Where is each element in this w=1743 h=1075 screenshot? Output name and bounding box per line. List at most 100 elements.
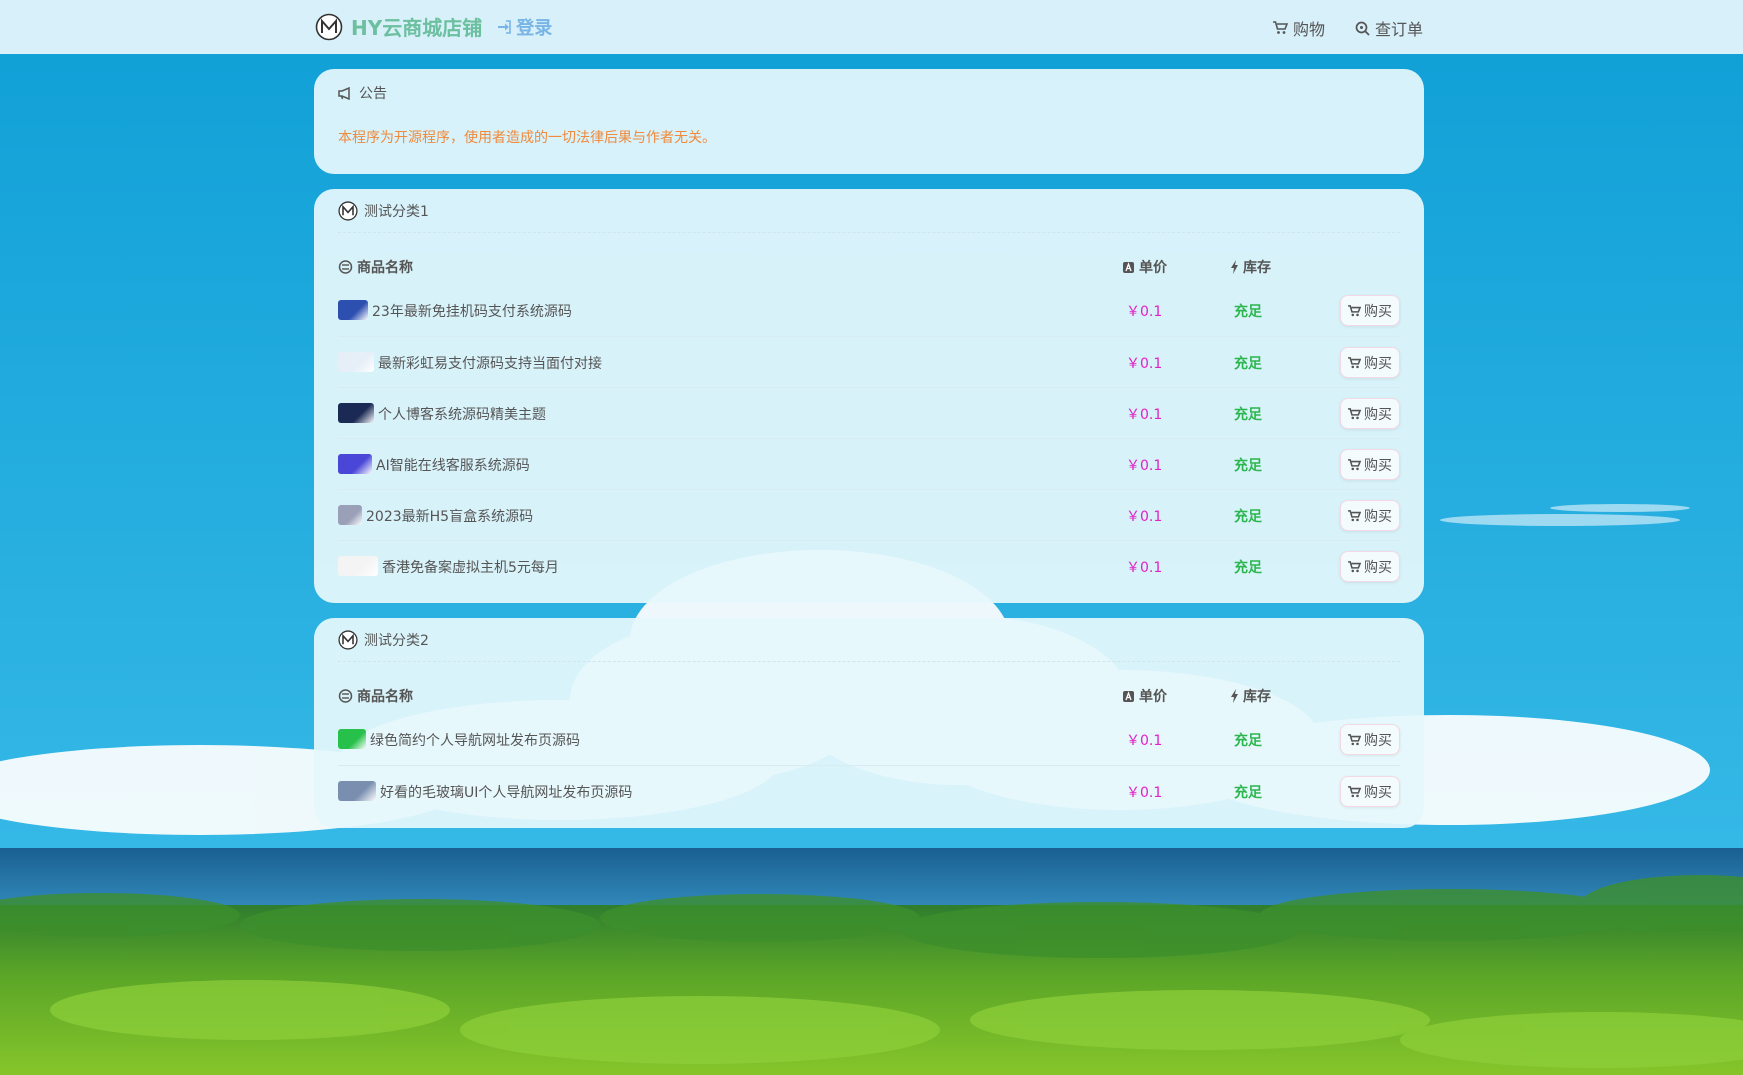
search-order-icon (1355, 21, 1370, 36)
product-row: 个人博客系统源码精美主题 ￥0.1 充足 购买 (338, 387, 1400, 439)
bolt-icon (1231, 260, 1238, 274)
product-stock: 充足 (1234, 785, 1262, 801)
list-icon (338, 260, 353, 274)
col-price: 单价 (1122, 257, 1167, 277)
category-logo-icon (338, 630, 358, 650)
cart-icon (1348, 509, 1361, 521)
buy-button[interactable]: 购买 (1340, 500, 1400, 531)
product-stock: 充足 (1234, 509, 1262, 525)
bullhorn-icon (338, 86, 350, 100)
product-stock: 充足 (1234, 407, 1262, 423)
product-name[interactable]: 2023最新H5盲盒系统源码 (366, 506, 533, 526)
header-divider (338, 232, 1400, 233)
col-name: 商品名称 (338, 686, 413, 706)
buy-label: 购买 (1364, 559, 1392, 576)
notice-header: 公告 (314, 83, 411, 103)
product-thumbnail (338, 556, 378, 576)
buy-button[interactable]: 购买 (1340, 295, 1400, 326)
product-thumbnail (338, 454, 372, 474)
product-name[interactable]: 23年最新免挂机码支付系统源码 (372, 301, 572, 321)
buy-label: 购买 (1364, 732, 1392, 749)
sign-in-icon (498, 19, 512, 34)
nav-shop-label: 购物 (1292, 20, 1325, 39)
price-tag-icon (1123, 690, 1134, 702)
product-row: AI智能在线客服系统源码 ￥0.1 充足 购买 (338, 438, 1400, 490)
col-name: 商品名称 (338, 257, 413, 277)
product-name[interactable]: 个人博客系统源码精美主题 (378, 404, 546, 424)
product-row: 2023最新H5盲盒系统源码 ￥0.1 充足 购买 (338, 489, 1400, 541)
product-row: 香港免备案虚拟主机5元每月 ￥0.1 充足 购买 (338, 540, 1400, 592)
buy-button[interactable]: 购买 (1340, 398, 1400, 429)
login-link[interactable]: 登录 (496, 14, 552, 40)
product-thumbnail (338, 352, 374, 372)
product-stock: 充足 (1234, 560, 1262, 576)
buy-button[interactable]: 购买 (1340, 449, 1400, 480)
product-price: ￥0.1 (1126, 509, 1163, 525)
col-price: 单价 (1122, 686, 1167, 706)
col-stock: 库存 (1230, 257, 1271, 277)
cart-icon (1348, 356, 1361, 368)
table-header: 商品名称 单价 库存 (338, 257, 1400, 277)
product-stock: 充足 (1234, 356, 1262, 372)
product-price: ￥0.1 (1126, 785, 1163, 801)
category-header: 测试分类1 (314, 201, 453, 221)
product-price: ￥0.1 (1126, 304, 1163, 320)
product-name[interactable]: AI智能在线客服系统源码 (376, 455, 530, 475)
product-row: 绿色简约个人导航网址发布页源码 ￥0.1 充足 购买 (338, 714, 1400, 765)
product-stock: 充足 (1234, 733, 1262, 749)
cart-icon (1348, 560, 1361, 572)
table-header: 商品名称 单价 库存 (338, 686, 1400, 706)
nav-shop[interactable]: 购物 (1272, 16, 1325, 40)
product-name[interactable]: 最新彩虹易支付源码支持当面付对接 (378, 353, 602, 373)
category-logo-icon (338, 201, 358, 221)
price-tag-icon (1123, 261, 1134, 273)
buy-button[interactable]: 购买 (1340, 724, 1400, 755)
product-thumbnail (338, 729, 366, 749)
product-stock: 充足 (1234, 304, 1262, 320)
category-title: 测试分类2 (364, 633, 429, 649)
product-price: ￥0.1 (1126, 560, 1163, 576)
product-thumbnail (338, 781, 376, 801)
col-stock: 库存 (1230, 686, 1271, 706)
product-price: ￥0.1 (1126, 356, 1163, 372)
product-thumbnail (338, 505, 362, 525)
buy-label: 购买 (1364, 508, 1392, 525)
brand[interactable]: HY云商城店铺 登录 (315, 12, 552, 41)
notice-text: 本程序为开源程序，使用者造成的一切法律后果与作者无关。 (338, 130, 716, 146)
product-price: ￥0.1 (1126, 458, 1163, 474)
list-icon (338, 689, 353, 703)
product-name[interactable]: 香港免备案虚拟主机5元每月 (382, 557, 559, 577)
nav-order-query[interactable]: 查订单 (1355, 16, 1423, 40)
product-name[interactable]: 好看的毛玻璃UI个人导航网址发布页源码 (380, 782, 632, 802)
product-price: ￥0.1 (1126, 407, 1163, 423)
cart-icon (1348, 407, 1361, 419)
col-name-label: 商品名称 (357, 260, 413, 276)
buy-button[interactable]: 购买 (1340, 551, 1400, 582)
product-name[interactable]: 绿色简约个人导航网址发布页源码 (370, 730, 580, 750)
buy-button[interactable]: 购买 (1340, 347, 1400, 378)
category-header: 测试分类2 (314, 630, 453, 650)
notice-card: 公告 本程序为开源程序，使用者造成的一切法律后果与作者无关。 (314, 69, 1424, 174)
buy-label: 购买 (1364, 457, 1392, 474)
cart-icon (1348, 304, 1361, 316)
category-card-2: 测试分类2 商品名称 单价 库存 绿色简约个人导航网址发布页源码 ￥0.1 充足 购买… (314, 618, 1424, 828)
cart-icon (1272, 21, 1288, 34)
login-label: 登录 (516, 17, 553, 39)
cart-icon (1348, 785, 1361, 797)
col-price-label: 单价 (1139, 689, 1167, 705)
notice-title: 公告 (359, 86, 387, 102)
product-thumbnail (338, 403, 374, 423)
bolt-icon (1231, 689, 1238, 703)
buy-button[interactable]: 购买 (1340, 776, 1400, 807)
product-row: 23年最新免挂机码支付系统源码 ￥0.1 充足 购买 (338, 285, 1400, 336)
buy-label: 购买 (1364, 303, 1392, 320)
cart-icon (1348, 733, 1361, 745)
col-stock-label: 库存 (1243, 260, 1271, 276)
col-stock-label: 库存 (1243, 689, 1271, 705)
category-title: 测试分类1 (364, 204, 429, 220)
buy-label: 购买 (1364, 406, 1392, 423)
col-name-label: 商品名称 (357, 689, 413, 705)
col-price-label: 单价 (1139, 260, 1167, 276)
buy-label: 购买 (1364, 355, 1392, 372)
product-row: 好看的毛玻璃UI个人导航网址发布页源码 ￥0.1 充足 购买 (338, 765, 1400, 817)
